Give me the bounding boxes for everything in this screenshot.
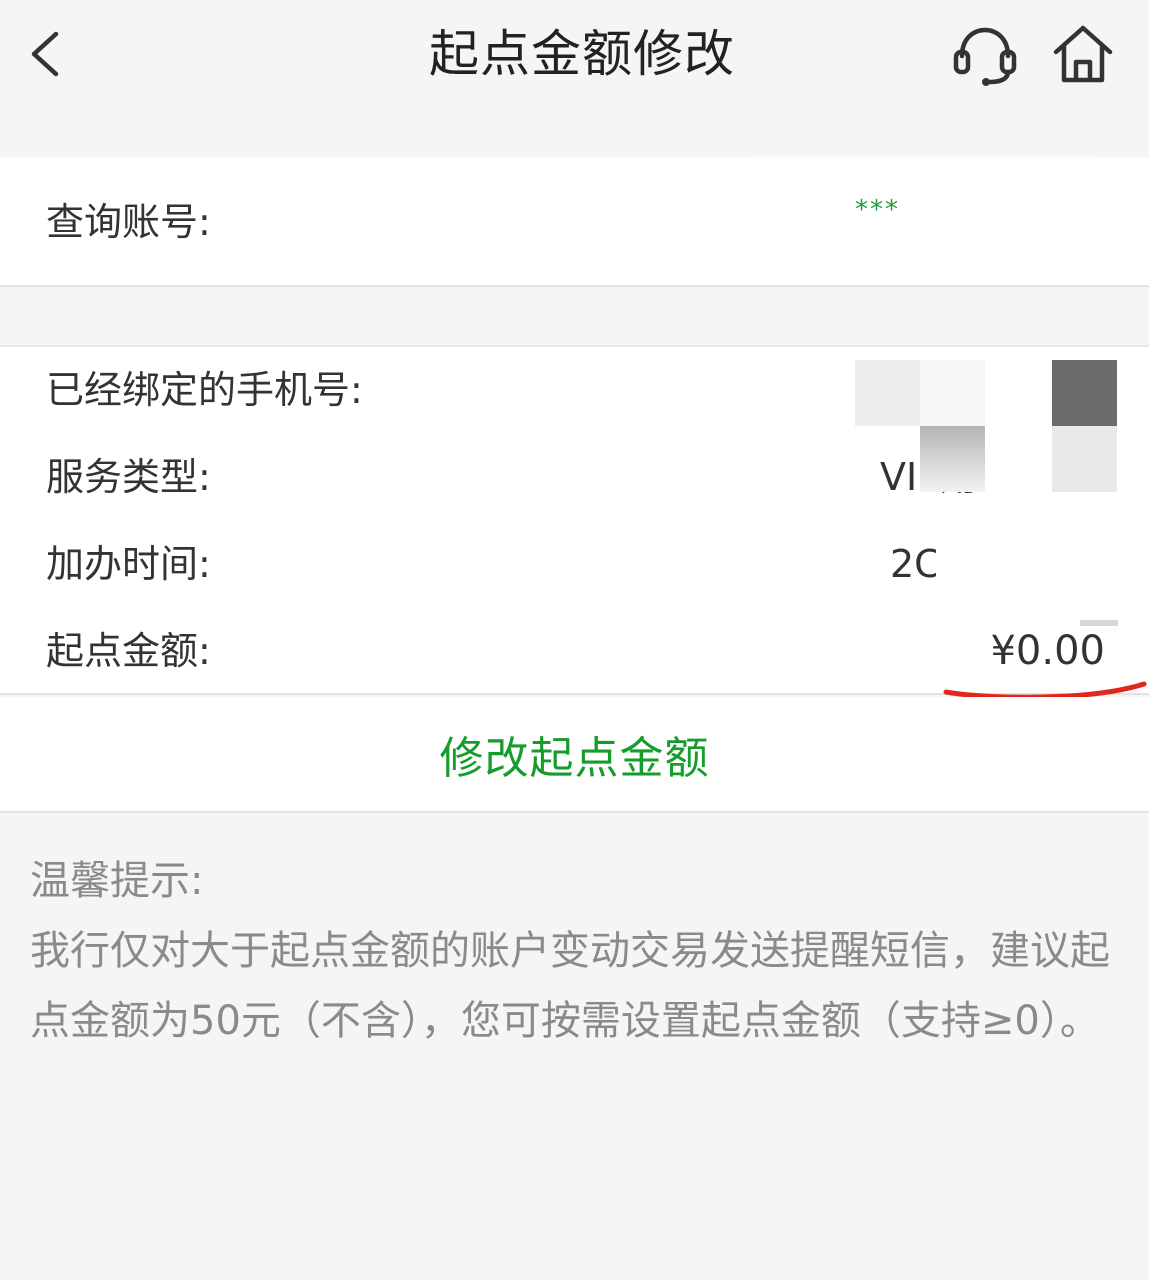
tips-title: 温馨提示: [30,858,204,904]
navigation-bar: 起点金额修改 [0,0,1149,112]
phone-label: 已经绑定的手机号: [46,368,363,412]
home-button[interactable] [1048,20,1118,88]
join-time-value: 2C [890,542,936,586]
join-time-label: 加办时间: [46,542,211,586]
account-number-masked: *** [855,195,900,225]
tips-body: 我行仅对大于起点金额的账户变动交易发送提醒短信，建议起点金额为50元（不含），您… [30,928,1110,1044]
headset-icon [953,27,1017,86]
home-icon [1053,25,1113,83]
mosaic-block [920,426,985,492]
customer-service-button[interactable] [950,22,1020,88]
action-card: 修改起点金额 [0,697,1149,813]
mosaic-block [1052,360,1117,426]
threshold-value: ¥0.00 [990,628,1105,674]
account-label: 查询账号: [46,200,211,244]
account-redaction [735,172,1115,230]
mosaic-block [1080,620,1118,626]
modify-threshold-button[interactable]: 修改起点金额 [0,697,1149,811]
service-type-label: 服务类型: [46,455,211,499]
tips-section: 温馨提示: 我行仅对大于起点金额的账户变动交易发送提醒短信，建议起点金额为50元… [30,846,1130,1056]
mosaic-block [855,360,920,426]
mosaic-block [920,360,985,426]
mosaic-block [1052,426,1117,492]
threshold-label: 起点金额: [46,629,211,673]
